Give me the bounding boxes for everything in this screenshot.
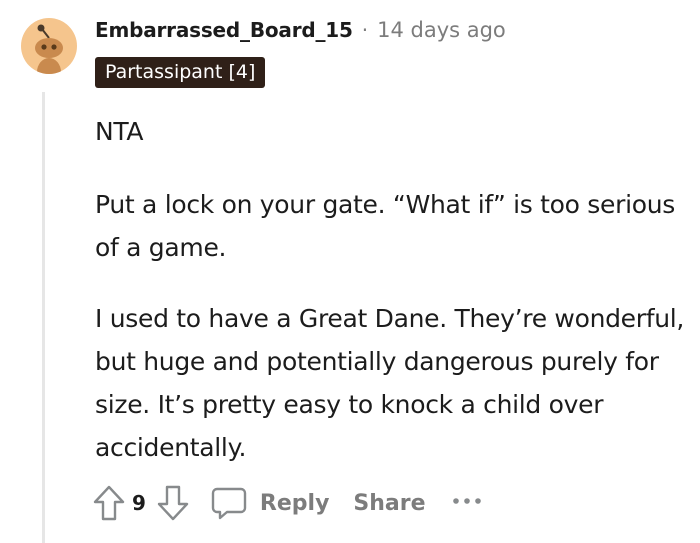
snoo-avatar-icon — [35, 24, 63, 74]
downvote-button[interactable] — [156, 484, 190, 522]
comment-paragraph: I used to have a Great Dane. They’re won… — [95, 304, 685, 462]
avatar[interactable] — [21, 18, 77, 74]
reply-button[interactable]: Reply — [260, 491, 330, 516]
more-options-button[interactable] — [452, 497, 484, 509]
user-flair: Partassipant [4] — [95, 57, 266, 88]
ellipsis-icon — [452, 498, 481, 504]
username-link[interactable]: Embarrassed_Board_15 — [95, 18, 353, 42]
comment-meta: Embarrassed_Board_15 · 14 days ago — [95, 14, 506, 46]
comment-body: NTA Put a lock on your gate. “What if” i… — [95, 110, 685, 469]
arrow-down-icon — [157, 485, 189, 521]
upvote-button[interactable] — [92, 484, 126, 522]
meta-separator: · — [361, 18, 369, 42]
share-button[interactable]: Share — [353, 491, 425, 516]
timestamp-link[interactable]: 14 days ago — [377, 18, 506, 42]
comment-reply-icon-button[interactable] — [210, 485, 248, 521]
comment-paragraph: Put a lock on your gate. “What if” is to… — [95, 190, 676, 262]
vote-count: 9 — [132, 491, 146, 515]
comment-paragraph: NTA — [95, 117, 144, 146]
arrow-up-icon — [93, 485, 125, 521]
speech-bubble-icon — [211, 487, 247, 520]
comment-actions: 9 Reply Share — [92, 482, 484, 524]
thread-line[interactable] — [42, 92, 45, 543]
